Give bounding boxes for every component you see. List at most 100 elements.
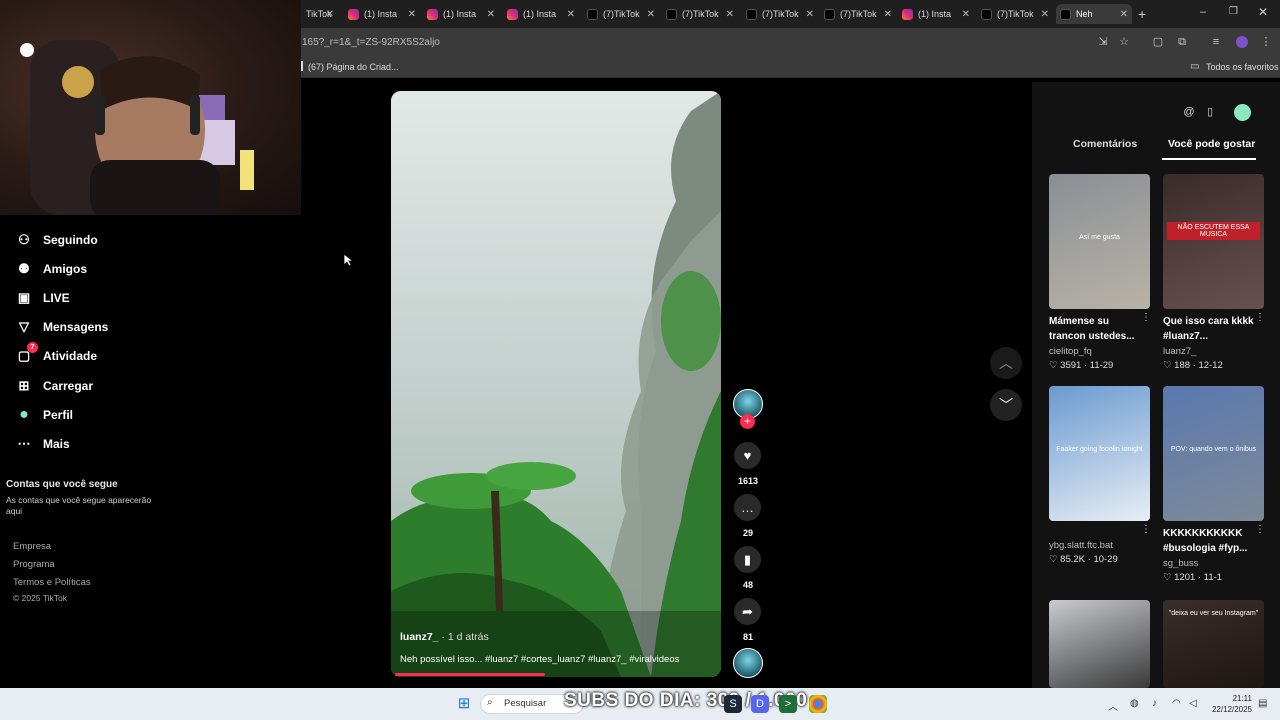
tab-comments[interactable]: Comentários: [1073, 138, 1137, 150]
device-icon[interactable]: ▯: [1203, 105, 1217, 119]
sidebar-item-amigos[interactable]: ⚉ Amigos: [16, 259, 87, 279]
all-bookmarks[interactable]: Todos os favoritos: [1206, 62, 1279, 72]
share-arrow-icon[interactable]: ➦: [734, 598, 761, 625]
comment-icon[interactable]: …: [734, 494, 761, 521]
like-count: 1613: [737, 476, 759, 486]
sidebar-item-carregar[interactable]: ⊞ Carregar: [16, 376, 93, 396]
chrome-icon[interactable]: [809, 695, 827, 713]
upload-icon: ⊞: [18, 378, 30, 393]
tab-label: (1) Insta: [523, 9, 557, 19]
taskbar-clock[interactable]: 21:11 22/12/2025: [1210, 693, 1252, 715]
chevron-down-icon[interactable]: ﹀: [990, 389, 1022, 421]
bookmark-star-icon[interactable]: ☆: [1118, 36, 1130, 48]
video-thumbnail[interactable]: Faaker going fooolin tonight: [1049, 386, 1150, 521]
close-tab-icon[interactable]: ✕: [567, 9, 575, 20]
author-handle[interactable]: luanz7_: [400, 631, 439, 643]
browser-tab[interactable]: (1) Insta ✕: [503, 4, 579, 24]
sidebar-item-live[interactable]: ▣ LIVE: [16, 288, 70, 308]
chevron-up-icon[interactable]: ︿: [990, 347, 1022, 379]
card-title[interactable]: KKKKKKKKKKK #busologia #fyp...: [1163, 526, 1258, 556]
close-tab-icon[interactable]: ✕: [408, 9, 416, 20]
close-tab-icon[interactable]: ✕: [326, 9, 334, 20]
card-author[interactable]: luanz7_: [1163, 346, 1196, 357]
sidebar-item-atividade[interactable]: ▢ 7 Atividade: [16, 342, 97, 366]
mention-icon[interactable]: @: [1182, 105, 1196, 119]
card-menu-icon[interactable]: ⋮: [1141, 524, 1151, 535]
video-thumbnail[interactable]: "deixa eu ver seu Instagram": [1163, 600, 1264, 688]
close-tab-icon[interactable]: ✕: [884, 9, 892, 20]
card-title[interactable]: Que isso cara kkkk #luanz7...: [1163, 314, 1258, 344]
sidebar-item-label: Perfil: [43, 408, 74, 422]
profile-avatar-icon[interactable]: [1234, 104, 1251, 121]
wifi-icon[interactable]: ◠: [1172, 698, 1181, 709]
footer-link[interactable]: Programa: [13, 559, 55, 570]
notification-icon[interactable]: ▤: [1258, 698, 1267, 709]
mic-icon[interactable]: ♪: [1152, 698, 1157, 709]
minimize-icon[interactable]: –: [1200, 6, 1206, 18]
browser-tab[interactable]: (7)TikTok ✕: [742, 4, 818, 24]
card-author[interactable]: cielitop_fq: [1049, 346, 1092, 357]
sidebar-item-seguindo[interactable]: ⚇ Seguindo: [16, 230, 98, 250]
browser-tab[interactable]: (1) Insta ✕: [898, 4, 974, 24]
network-icon[interactable]: ◍: [1130, 698, 1139, 709]
close-tab-icon[interactable]: ✕: [1120, 9, 1128, 20]
close-window-icon[interactable]: ✕: [1258, 5, 1268, 19]
follow-plus-icon[interactable]: +: [740, 414, 755, 429]
volume-icon[interactable]: ◁: [1189, 698, 1197, 709]
sidebar-item-mais[interactable]: ⋯ Mais: [16, 434, 70, 454]
browser-tab[interactable]: (7)TikTok ✕: [662, 4, 738, 24]
menu-kebab-icon[interactable]: ⋮: [1260, 36, 1272, 48]
close-tab-icon[interactable]: ✕: [487, 9, 495, 20]
video-progress-bar[interactable]: [395, 673, 545, 676]
card-author[interactable]: ybg.slatt.ftc.bat: [1049, 540, 1113, 551]
extension-square-icon[interactable]: ▢: [1152, 36, 1164, 48]
url-field[interactable]: 165?_r=1&_t=ZS-92RX5S2aljo: [302, 37, 440, 48]
terminal-icon[interactable]: >: [779, 695, 797, 713]
maximize-icon[interactable]: ❐: [1229, 6, 1238, 17]
browser-tab[interactable]: (1) Insta ✕: [423, 4, 499, 24]
profile-icon[interactable]: [1236, 36, 1248, 48]
bookmark-item[interactable]: (67) Página do Criad...: [308, 62, 399, 72]
install-icon[interactable]: ⇲: [1097, 36, 1109, 48]
card-menu-icon[interactable]: ⋮: [1141, 312, 1151, 323]
close-tab-icon[interactable]: ✕: [806, 9, 814, 20]
sidebar-item-mensagens[interactable]: ▽ Mensagens: [16, 317, 108, 337]
card-title[interactable]: Mámense su trancon ustedes...: [1049, 314, 1144, 344]
bookmark-icon[interactable]: ▮: [734, 546, 761, 573]
windows-start-icon[interactable]: ⊞: [455, 695, 473, 713]
steam-icon[interactable]: S: [724, 695, 742, 713]
video-thumbnail[interactable]: NÃO ESCUTEM ESSA MUSICA: [1163, 174, 1264, 309]
close-tab-icon[interactable]: ✕: [647, 9, 655, 20]
discord-icon[interactable]: D: [751, 695, 769, 713]
browser-tab[interactable]: (7)TikTok ✕: [820, 4, 896, 24]
tab-you-may-like[interactable]: Você pode gostar: [1168, 138, 1255, 150]
browser-tab[interactable]: (1) Insta ✕: [344, 4, 420, 24]
thumbnail-caption: Faaker going fooolin tonight: [1056, 446, 1143, 453]
close-tab-icon[interactable]: ✕: [962, 9, 970, 20]
footer-link[interactable]: Termos e Políticas: [13, 577, 91, 588]
browser-tab[interactable]: (7)TikTok ✕: [583, 4, 659, 24]
like-heart-icon[interactable]: ♥: [734, 442, 761, 469]
extensions-puzzle-icon[interactable]: ⧉: [1176, 36, 1188, 48]
card-menu-icon[interactable]: ⋮: [1255, 524, 1265, 535]
browser-tab[interactable]: (7)TikTok ✕: [977, 4, 1053, 24]
close-tab-icon[interactable]: ✕: [1041, 9, 1049, 20]
video-author[interactable]: luanz7_ · 1 d atrás: [400, 631, 489, 643]
media-control-icon[interactable]: ≡: [1210, 36, 1222, 48]
card-menu-icon[interactable]: ⋮: [1255, 312, 1265, 323]
video-thumbnail[interactable]: [1049, 600, 1150, 688]
video-thumbnail[interactable]: Así me gusta: [1049, 174, 1150, 309]
video-thumbnail[interactable]: POV: quando vem o ônibus: [1163, 386, 1264, 521]
close-tab-icon[interactable]: ✕: [726, 9, 734, 20]
browser-tab[interactable]: Neh ✕: [1056, 4, 1132, 24]
heart-icon: ♡: [1163, 572, 1175, 583]
sidebar-item-perfil[interactable]: ● Perfil: [16, 405, 73, 425]
tray-chevron-icon[interactable]: ︿: [1108, 698, 1118, 713]
sound-avatar[interactable]: [733, 648, 763, 678]
new-tab-icon[interactable]: +: [1138, 6, 1146, 22]
card-author[interactable]: sg_buss: [1163, 558, 1198, 569]
browser-tab[interactable]: TikTok ✕: [302, 4, 338, 24]
heart-icon: ♡: [1049, 360, 1061, 371]
footer-link[interactable]: Empresa: [13, 541, 51, 552]
video-player[interactable]: [391, 91, 721, 677]
